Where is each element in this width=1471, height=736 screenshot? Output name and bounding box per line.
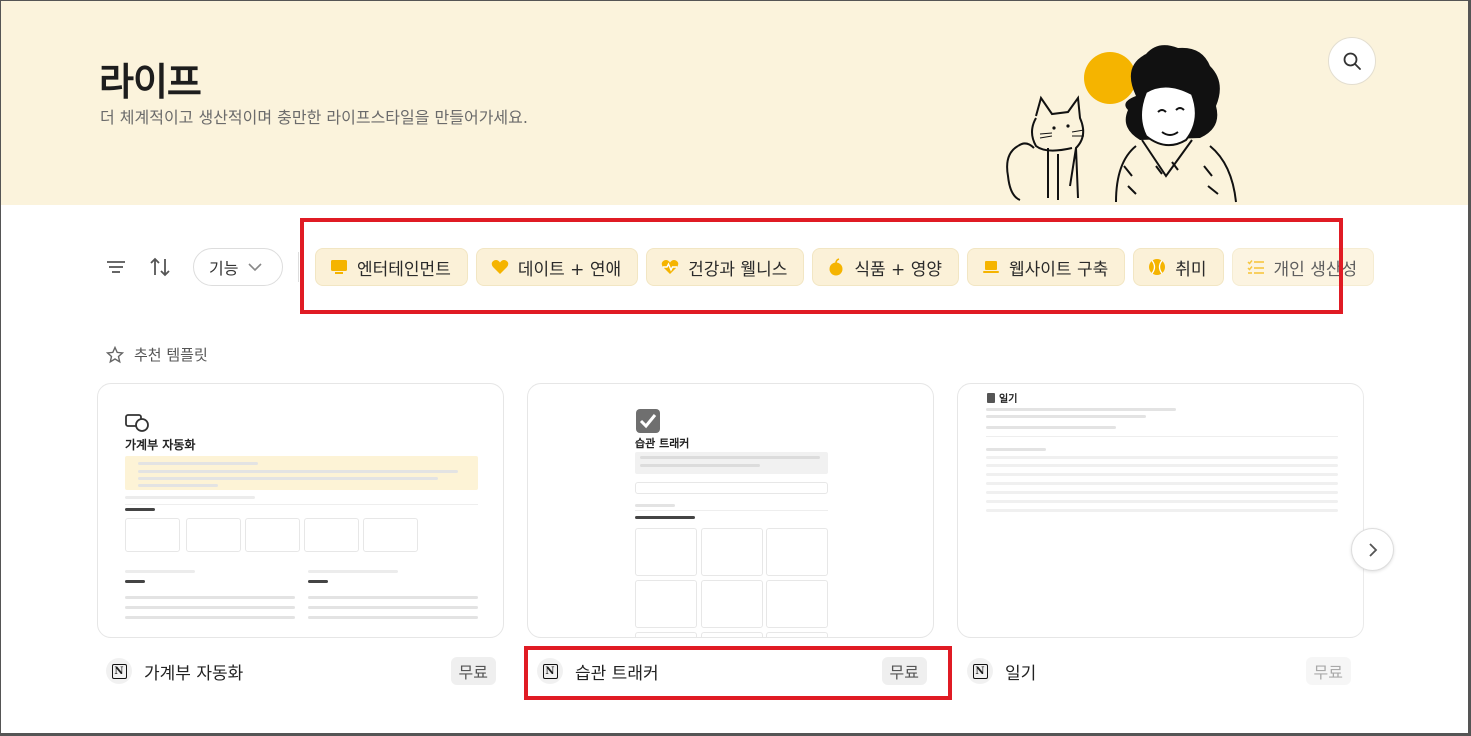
page-title: 라이프 [99, 60, 202, 104]
preview-divider [125, 504, 478, 505]
chip-productivity[interactable]: 개인 생산성 [1231, 248, 1375, 286]
template-footer-habit[interactable]: N 습관 트래커 무료 [537, 654, 927, 688]
tv-icon [330, 258, 348, 276]
checkbox-icon [636, 409, 660, 433]
ball-icon [1148, 258, 1166, 276]
card-preview-title: 일기 [999, 394, 1018, 405]
chip-label: 건강과 웰니스 [688, 259, 788, 280]
feature-dropdown[interactable]: 기능 [193, 248, 283, 286]
hero-banner: 라이프 더 체계적이고 생산적이며 충만한 라이프스타일을 만들어가세요. [1, 1, 1468, 205]
search-button[interactable] [1328, 37, 1376, 85]
toolbar-divider [298, 252, 299, 282]
template-footer-budget[interactable]: N 가계부 자동화 무료 [106, 654, 496, 688]
heart-icon [491, 258, 509, 276]
notebook-icon [987, 393, 995, 403]
category-chips: 엔터테인먼트 데이트 + 연애 건강과 웰니스 식품 + 영양 웹사이트 구축 … [315, 248, 1375, 286]
chip-dating[interactable]: 데이트 + 연애 [475, 248, 639, 286]
featured-heading: 추천 템플릿 [106, 344, 208, 365]
money-icon [125, 414, 149, 432]
chip-label: 취미 [1175, 259, 1207, 280]
carousel-next-button[interactable] [1351, 528, 1394, 571]
preview-divider [635, 510, 828, 511]
featured-label: 추천 템플릿 [134, 346, 208, 364]
chip-website[interactable]: 웹사이트 구축 [966, 248, 1126, 286]
chip-food[interactable]: 식품 + 영양 [812, 248, 959, 286]
laptop-icon [982, 258, 1000, 276]
chip-health[interactable]: 건강과 웰니스 [646, 248, 805, 286]
card-preview-title: 가계부 자동화 [125, 438, 196, 452]
template-title: 가계부 자동화 [144, 663, 244, 684]
sort-arrows-icon [150, 257, 170, 277]
notion-logo-icon: N [967, 658, 993, 684]
template-footer-diary[interactable]: N 일기 무료 [967, 654, 1357, 688]
chip-label: 웹사이트 구축 [1008, 259, 1109, 280]
heartbeat-icon [661, 258, 679, 276]
chip-label: 엔터테인먼트 [357, 259, 451, 280]
filter-lines-icon [107, 261, 125, 273]
apple-icon [827, 258, 845, 276]
price-badge: 무료 [450, 657, 496, 685]
feature-dropdown-label: 기능 [209, 259, 239, 278]
template-title: 일기 [1005, 663, 1037, 684]
page-subtitle: 더 체계적이고 생산적이며 충만한 라이프스타일을 만들어가세요. [100, 108, 528, 127]
price-badge: 무료 [1305, 657, 1351, 685]
template-card-habit[interactable]: 습관 트래커 [527, 383, 934, 638]
preview-divider [986, 436, 1338, 437]
illustration-cat-person [1006, 45, 1237, 203]
chip-label: 데이트 + 연애 [517, 259, 622, 280]
chip-label: 개인 생산성 [1273, 259, 1358, 280]
chip-label: 식품 + 영양 [854, 259, 942, 280]
template-card-budget[interactable]: 가계부 자동화 [97, 383, 504, 638]
notion-logo-icon: N [106, 658, 132, 684]
notion-logo-icon: N [537, 658, 563, 684]
template-card-diary[interactable]: 일기 [957, 383, 1364, 638]
star-icon [106, 345, 124, 363]
search-icon [1343, 52, 1361, 70]
chip-entertainment[interactable]: 엔터테인먼트 [315, 248, 468, 286]
chevron-down-icon [248, 263, 263, 272]
checklist-icon [1246, 258, 1265, 276]
chip-hobby[interactable]: 취미 [1133, 248, 1224, 286]
chevron-right-icon [1368, 542, 1377, 557]
filter-toolbar: 기능 엔터테인먼트 데이트 + 연애 건강과 웰니스 식품 + 영양 웹사이트 … [0, 240, 1471, 294]
price-badge: 무료 [881, 657, 927, 685]
template-title: 습관 트래커 [575, 663, 659, 684]
filter-menu-button[interactable] [102, 253, 130, 281]
card-preview-title: 습관 트래커 [635, 437, 690, 450]
sort-button[interactable] [146, 253, 174, 281]
